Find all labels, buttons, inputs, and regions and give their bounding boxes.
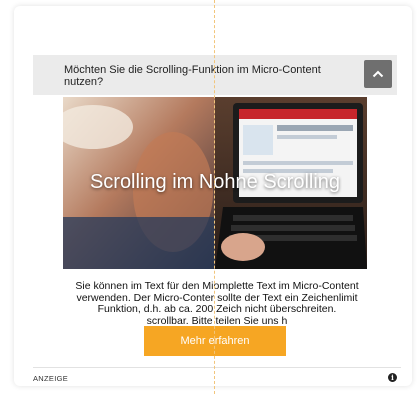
media-image: Scrolling im Nohne Scrolling <box>63 97 367 269</box>
info-icon[interactable]: i <box>388 373 397 382</box>
body-line: Funktion, d.h. ab ca. 200 Zeich nicht üb… <box>97 303 337 315</box>
mehr-erfahren-button[interactable]: Mehr erfahren <box>144 326 286 356</box>
ad-label: ANZEIGE <box>33 374 69 383</box>
question-text: Möchten Sie die Scrolling-Funktion im Mi… <box>64 64 321 88</box>
question-bar: Möchten Sie die Scrolling-Funktion im Mi… <box>33 55 397 95</box>
footer-divider <box>33 367 401 368</box>
chevron-up-icon <box>372 70 384 78</box>
media-caption: Scrolling im Nohne Scrolling <box>89 171 341 193</box>
collapse-button[interactable] <box>364 60 392 88</box>
body-line: Sie können im Text für den Miomplette Te… <box>75 280 359 292</box>
split-divider <box>214 0 215 394</box>
